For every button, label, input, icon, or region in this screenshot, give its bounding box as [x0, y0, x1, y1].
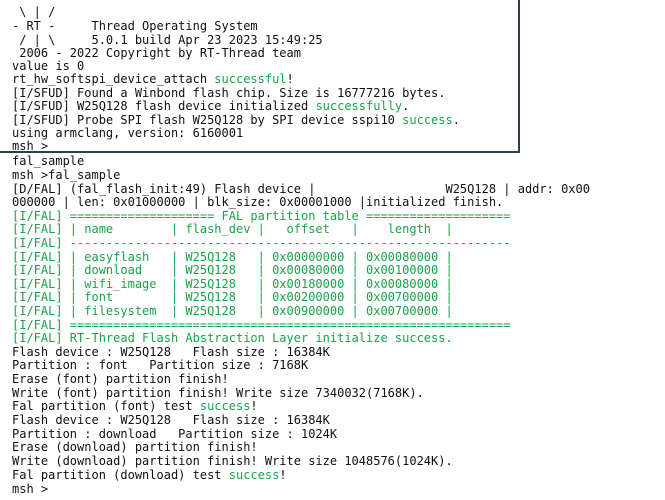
boot-line: - RT - Thread Operating System [12, 19, 258, 33]
boot-line: / | \ 5.0.1 build Apr 23 2023 15:49:25 [12, 33, 323, 47]
fal-table-line: [I/FAL] | name | flash_dev | offset | le… [12, 222, 453, 236]
fal-table-line: [I/FAL] --------------------------------… [12, 236, 511, 250]
success-word: successful [214, 72, 287, 86]
console-line: Erase (font) partition finish! [12, 372, 229, 386]
line-text: . [402, 99, 410, 113]
boot-line: [I/SFUD] W25Q128 flash device initialize… [12, 99, 409, 113]
console-line: Write (download) partition finish! Write… [12, 454, 453, 468]
console-line: Flash device : W25Q128 Flash size : 1638… [12, 345, 330, 359]
fal-table-line: [I/FAL] | font | W25Q128 | 0x00200000 | … [12, 290, 453, 304]
console-line: Fal partition (font) test success! [12, 399, 258, 413]
fal-table-line: [I/FAL] ==================== FAL partiti… [12, 209, 511, 223]
boot-line: using armclang, version: 6160001 [12, 126, 244, 140]
success-word: success [199, 399, 251, 413]
console-line: Partition : font Partition size : 7168K [12, 358, 309, 372]
boot-line: value is 0 [12, 59, 85, 73]
boot-line: \ | / [12, 5, 56, 19]
console-line: Partition : download Partition size : 10… [12, 427, 338, 441]
line-text: Fal partition (download) test [12, 468, 229, 482]
console-line: [D/FAL] (fal_flash_init:49) Flash device… [12, 182, 590, 196]
line-text: ! [250, 399, 258, 413]
boot-line: rt_hw_softspi_device_attach successful! [12, 72, 294, 86]
fal-table-line: [I/FAL] | wifi_image | W25Q128 | 0x00180… [12, 277, 453, 291]
shell-prompt[interactable]: msh > [12, 482, 48, 496]
top-terminal-panel: \ | / - RT - Thread Operating System / |… [0, 0, 520, 153]
line-text: Fal partition (font) test [12, 399, 200, 413]
boot-line: 2006 - 2022 Copyright by RT-Thread team [12, 46, 301, 60]
console-line: 000000 | len: 0x01000000 | blk_size: 0x0… [12, 195, 504, 209]
line-text: ! [286, 72, 294, 86]
fal-table-line: [I/FAL] | easyflash | W25Q128 | 0x000000… [12, 250, 453, 264]
console-line: Fal partition (download) test success! [12, 468, 287, 482]
console-line: Erase (download) partition finish! [12, 440, 258, 454]
boot-line: [I/SFUD] Probe SPI flash W25Q128 by SPI … [12, 113, 460, 127]
success-word: successfully [315, 99, 403, 113]
line-text: ! [279, 468, 287, 482]
fal-table-line: [I/FAL] RT-Thread Flash Abstraction Laye… [12, 331, 453, 345]
console-line: Flash device : W25Q128 Flash size : 1638… [12, 413, 330, 427]
fal-table-line: [I/FAL] | download | W25Q128 | 0x0008000… [12, 263, 453, 277]
fal-table-line: [I/FAL] | filesystem | W25Q128 | 0x00900… [12, 304, 453, 318]
console-line: fal_sample [12, 154, 85, 168]
line-text: rt_hw_softspi_device_attach [12, 72, 215, 86]
line-text: [I/SFUD] W25Q128 flash device initialize… [12, 99, 316, 113]
console-line: Write (font) partition finish! Write siz… [12, 386, 424, 400]
success-word: success [228, 468, 280, 482]
line-text: [I/SFUD] Probe SPI flash W25Q128 by SPI … [12, 113, 403, 127]
shell-prompt[interactable]: msh > [12, 139, 48, 153]
line-text: . [452, 113, 460, 127]
console-line: msh >fal_sample [12, 168, 121, 182]
fal-table-line: [I/FAL] ================================… [12, 318, 511, 332]
success-word: success [402, 113, 453, 127]
boot-line: [I/SFUD] Found a Winbond flash chip. Siz… [12, 86, 446, 100]
